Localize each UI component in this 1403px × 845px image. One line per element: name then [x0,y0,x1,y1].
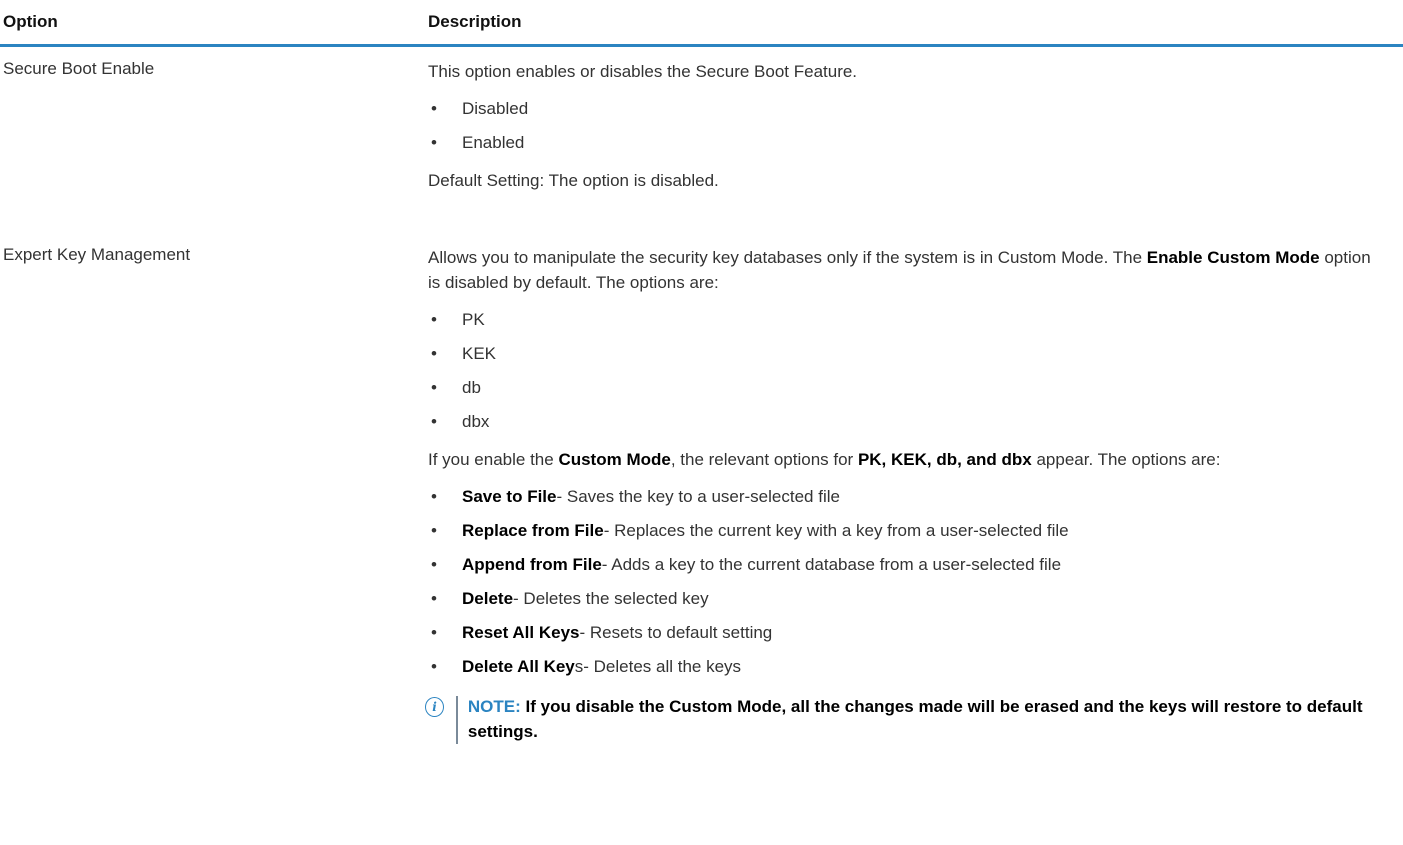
table-row: Expert Key Management Allows you to mani… [0,233,1403,744]
description-intro: This option enables or disables the Secu… [428,62,858,81]
custom-mode-text: If you enable the Custom Mode, the relev… [428,450,1221,469]
option-description: Allows you to manipulate the security ke… [425,233,1403,744]
description-column-header: Description [428,12,522,31]
bullet-icon: • [431,521,437,540]
bullet-icon: • [431,623,437,642]
list-item: • Save to File- Saves the key to a user-s… [428,480,1383,514]
list-item: • KEK [428,337,1383,371]
options-table: Option Description Secure Boot Enable Th… [0,0,1403,744]
option-description: This option enables or disables the Secu… [428,47,1403,233]
bullet-icon: • [431,589,437,608]
bullet-icon: • [431,487,437,506]
bullet-icon: • [431,344,437,363]
bullet-icon: • [431,99,437,118]
key-list: • PK • KEK • db • dbx [428,303,1383,439]
list-item: • dbx [428,405,1383,439]
list-item: • Replace from File- Replaces the current… [428,514,1383,548]
bullet-icon: • [431,412,437,431]
value-list: • Disabled • Enabled [428,92,1383,160]
bullet-icon: • [431,133,437,152]
note-label: NOTE: [467,697,521,716]
table-header: Option Description [0,0,1403,47]
option-column-header: Option [3,12,58,31]
list-item: • Reset All Keys- Resets to default setti… [428,616,1383,650]
description-intro: Allows you to manipulate the security ke… [428,248,1371,292]
list-item: • Disabled [428,92,1383,126]
list-item: • Delete All Keys- Deletes all the keys [428,650,1383,684]
list-item: • Enabled [428,126,1383,160]
default-setting: Default Setting: The option is disabled. [428,171,719,190]
list-item: • db [428,371,1383,405]
option-name: Expert Key Management [3,245,191,264]
list-item: • Append from File- Adds a key to the cur… [428,548,1383,582]
list-item: • Delete- Deletes the selected key [428,582,1383,616]
bullet-icon: • [431,555,437,574]
info-icon: i [425,697,444,717]
table-row: Secure Boot Enable This option enables o… [0,47,1403,233]
bullet-icon: • [431,378,437,397]
note-callout: i NOTE: If you disable the Custom Mode, … [425,694,1383,744]
bullet-icon: • [431,310,437,329]
bullet-icon: • [431,657,437,676]
note-text: NOTE: If you disable the Custom Mode, al… [467,697,1363,741]
note-divider [456,696,458,744]
option-name: Secure Boot Enable [3,59,155,78]
list-item: • PK [428,303,1383,337]
action-list: • Save to File- Saves the key to a user-s… [428,480,1383,684]
